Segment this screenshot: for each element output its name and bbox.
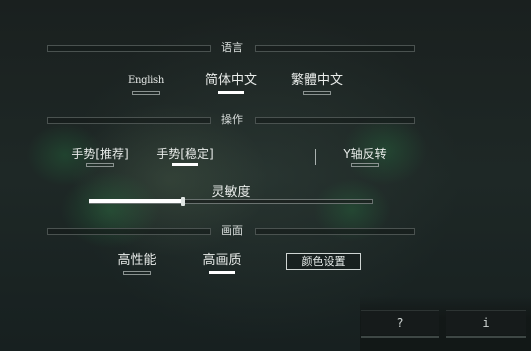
control-option-gesture-stable[interactable]: 手势[稳定] (147, 146, 223, 166)
section-title-controls: 操作 (221, 113, 243, 126)
unselected-indicator (86, 163, 114, 167)
graphics-option-performance[interactable]: 高性能 (110, 253, 164, 275)
divider (315, 149, 316, 165)
sensitivity-slider-thumb[interactable] (181, 197, 185, 206)
underline (361, 336, 439, 338)
info-icon: i (482, 316, 490, 330)
unselected-indicator (132, 91, 160, 95)
section-title-graphics: 画面 (221, 224, 243, 237)
control-option-invert-y[interactable]: Y轴反转 (337, 146, 393, 167)
section-line-right (255, 45, 415, 52)
sensitivity-label: 灵敏度 (211, 185, 251, 200)
section-line-left (47, 228, 211, 235)
language-option-english[interactable]: English (126, 73, 166, 95)
graphics-option-quality[interactable]: 高画质 (195, 253, 249, 274)
option-label: 高性能 (117, 253, 157, 268)
section-line-left (47, 45, 211, 52)
help-button[interactable]: ? (361, 310, 439, 338)
option-label: Y轴反转 (343, 147, 387, 161)
color-settings-button[interactable]: 颜色设置 (286, 253, 361, 270)
selected-indicator (218, 91, 244, 94)
section-line-left (47, 117, 211, 124)
unselected-indicator (303, 91, 331, 95)
option-label: 高画质 (202, 253, 242, 268)
unselected-indicator (123, 271, 151, 275)
help-icon: ? (396, 316, 404, 330)
unselected-indicator (351, 163, 379, 167)
option-label: English (127, 75, 164, 86)
language-option-traditional-chinese[interactable]: 繁體中文 (287, 73, 347, 95)
underline (446, 336, 526, 338)
option-label: 简体中文 (204, 73, 257, 88)
control-option-gesture-recommended[interactable]: 手势[推荐] (62, 146, 138, 167)
section-line-right (255, 228, 415, 235)
selected-indicator (209, 271, 235, 274)
info-button[interactable]: i (446, 310, 526, 338)
option-label: 手势[稳定] (156, 147, 214, 161)
language-option-simplified-chinese[interactable]: 简体中文 (199, 73, 263, 94)
option-label: 繁體中文 (290, 73, 343, 88)
selected-indicator (172, 163, 198, 166)
section-title-language: 语言 (221, 41, 243, 54)
option-label: 手势[推荐] (71, 147, 129, 161)
section-line-right (255, 117, 415, 124)
sensitivity-slider-fill (89, 199, 183, 203)
